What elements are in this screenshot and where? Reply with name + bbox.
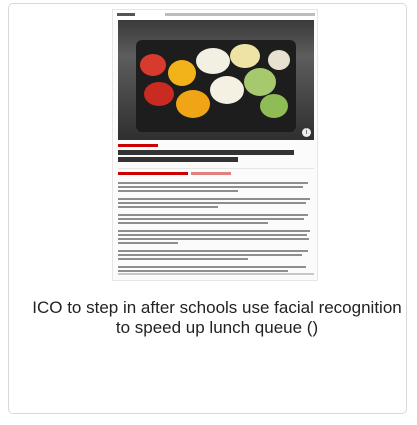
- apple-slices: [268, 50, 290, 70]
- melon-chunks: [196, 48, 230, 74]
- article-topbar: [113, 10, 317, 20]
- melon-chunks: [210, 76, 244, 104]
- pineapple: [230, 44, 260, 68]
- link-preview-card[interactable]: i ICO to step in after schools use facia…: [8, 3, 407, 414]
- article-byline: [118, 172, 188, 175]
- mango-slices: [176, 90, 210, 118]
- info-icon: i: [302, 128, 311, 137]
- divider: [118, 168, 314, 169]
- strawberries: [144, 82, 174, 106]
- site-nav: [165, 13, 315, 16]
- article-thumbnail[interactable]: i: [112, 9, 318, 281]
- melon-green: [244, 68, 276, 96]
- article-byline-link: [191, 172, 231, 175]
- site-logo: [117, 13, 135, 16]
- article-footer: [118, 273, 314, 275]
- kiwi: [260, 94, 288, 118]
- article-kicker: [118, 144, 158, 147]
- mango-slices: [168, 60, 196, 86]
- lunch-tray-photo: i: [118, 20, 314, 140]
- card-caption[interactable]: ICO to step in after schools use facial …: [29, 298, 405, 338]
- article-headline: [118, 150, 298, 164]
- article-body: [118, 182, 314, 274]
- strawberries: [140, 54, 166, 76]
